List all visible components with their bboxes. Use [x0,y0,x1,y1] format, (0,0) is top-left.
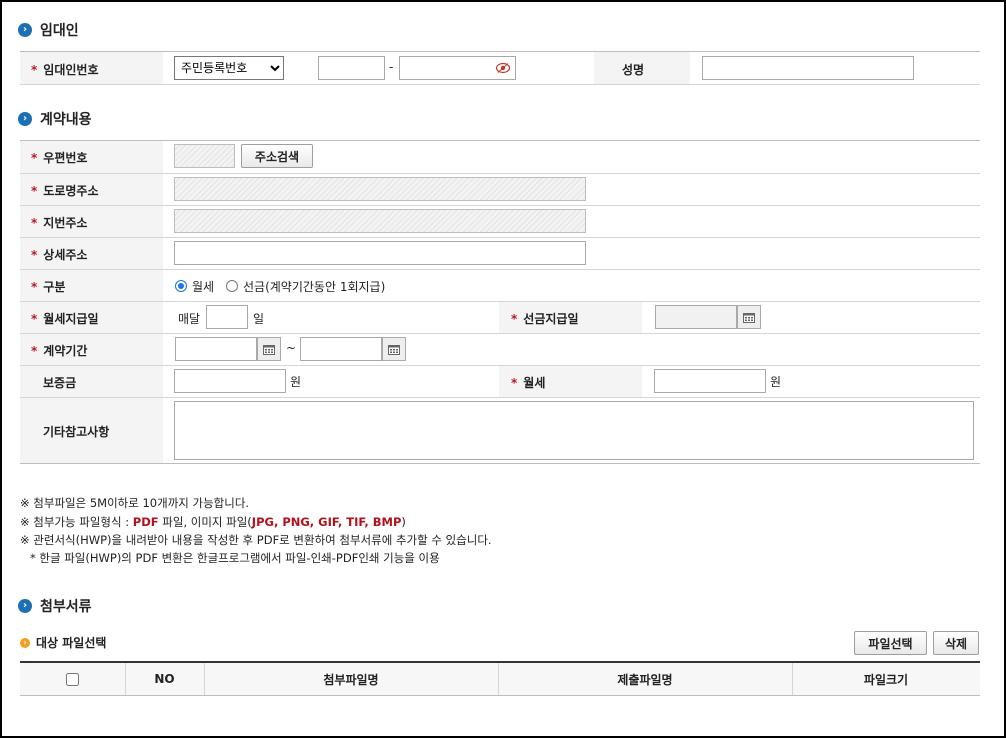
section-lessor-title: › 임대인 [18,20,79,40]
deposit-label: 보증금 [43,376,77,390]
divider [20,173,980,174]
won-unit: 원 [770,375,782,389]
notice-line-3: ※ 관련서식(HWP)을 내려받아 내용을 작성한 후 PDF로 변환하여 첨부… [20,533,492,547]
id-separator: - [389,60,394,74]
divider [20,397,980,398]
notes-textarea[interactable] [174,401,974,460]
divider [20,301,980,302]
radio-prepay-label: 선금(계약기간동안 1회지급) [243,280,386,294]
period-end-input[interactable] [300,337,382,361]
select-all-checkbox[interactable] [66,672,79,686]
arrow-circle-icon: › [18,599,32,613]
prepay-date-input[interactable] [655,305,737,329]
road-address-input [174,177,586,201]
arrow-circle-icon: › [18,112,32,126]
section-lessor-label: 임대인 [40,23,79,39]
deposit-input[interactable] [174,369,286,393]
target-file-heading: › 대상 파일선택 [20,634,106,651]
header-submitted-filename: 제출파일명 [617,672,673,687]
period-start-input[interactable] [175,337,257,361]
divider [20,140,980,141]
section-attachments-label: 첨부서류 [40,599,92,615]
header-file-size: 파일크기 [863,672,909,687]
notice-line-1: ※ 첨부파일은 5M이하로 10개까지 가능합니다. [20,496,250,510]
radio-monthly[interactable] [175,280,187,292]
period-label: * 계약기간 [31,344,88,358]
divider [20,205,980,206]
prepay-date-label: * 선금지급일 [511,312,579,326]
divider [20,365,980,366]
radio-prepay[interactable] [226,280,238,292]
address-search-button[interactable]: 주소검색 [241,144,313,168]
detail-address-input[interactable] [174,241,586,265]
notice-line-4: * 한글 파일(HWP)의 PDF 변환은 한글프로그램에서 파일-인쇄-PDF… [30,551,440,565]
arrow-circle-icon: › [18,23,32,37]
monthly-rent-label: * 월세 [511,376,546,390]
eye-icon[interactable] [495,62,511,74]
section-contract-label: 계약내용 [40,112,92,128]
delete-button[interactable]: 삭제 [933,631,979,655]
divider [20,269,980,270]
postal-label: * 우편번호 [31,151,88,165]
page-frame: › 임대인 * 임대인번호 주민등록번호 - 성명 › 계약내용 * 우편번호 주소… [0,0,1006,738]
divider [20,237,980,238]
calendar-icon[interactable] [257,337,281,361]
table-header-bottom [20,695,980,696]
header-no: NO [154,672,175,686]
every-month-text: 매달 [178,312,201,326]
postal-input [174,144,235,168]
divider [20,463,980,464]
period-separator: ~ [286,341,297,355]
day-unit: 일 [253,312,265,326]
calendar-icon[interactable] [382,337,406,361]
notice-line-2: ※ 첨부가능 파일형식 : PDF 파일, 이미지 파일(JPG, PNG, G… [20,515,406,529]
monthly-rent-input[interactable] [654,369,766,393]
section-attachments-title: › 첨부서류 [18,596,92,616]
divider [20,333,980,334]
pay-day-input[interactable] [206,305,248,329]
divider [20,51,980,52]
type-label: * 구분 [31,280,66,294]
divider [20,84,980,85]
calendar-icon[interactable] [737,305,761,329]
lessor-id-label: * 임대인번호 [31,63,99,77]
monthly-pay-day-label: * 월세지급일 [31,312,99,326]
name-label: 성명 [622,63,645,77]
detail-address-label: * 상세주소 [31,248,88,262]
won-unit: 원 [290,375,302,389]
select-file-button[interactable]: 파일선택 [854,631,927,655]
header-attached-filename: 첨부파일명 [323,672,379,687]
road-address-label: * 도로명주소 [31,184,99,198]
section-contract-title: › 계약내용 [18,109,92,129]
radio-monthly-label: 월세 [192,280,215,294]
target-file-label: 대상 파일선택 [36,636,107,650]
bullet-icon: › [20,637,30,648]
id-type-select[interactable]: 주민등록번호 [174,56,284,80]
lot-address-input [174,209,586,233]
lot-address-label: * 지번주소 [31,216,88,230]
name-input[interactable] [702,56,914,80]
id-front-input[interactable] [318,56,385,80]
header-select-all [20,663,125,695]
notes-label: 기타참고사항 [43,425,110,439]
